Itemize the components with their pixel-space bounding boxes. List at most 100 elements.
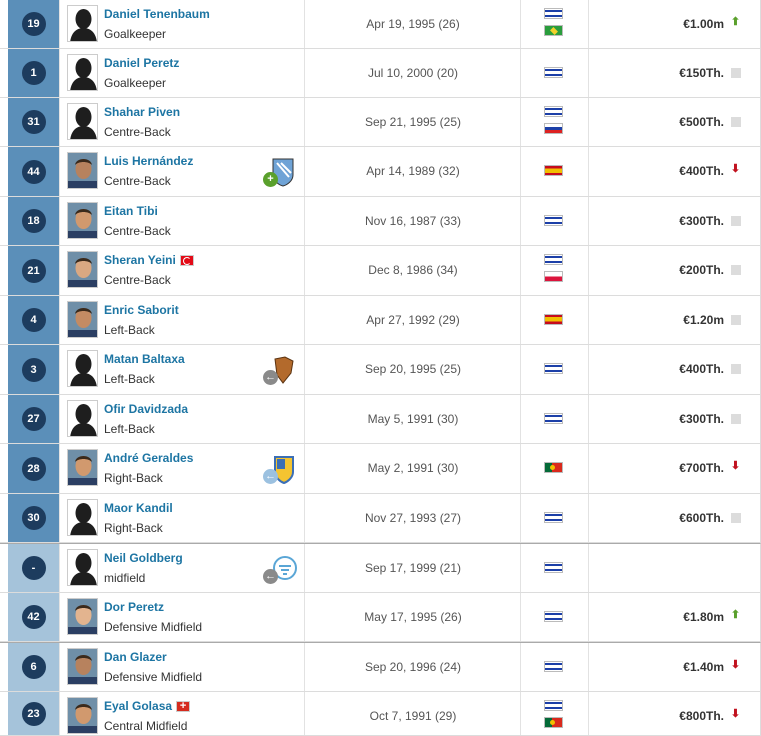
market-value[interactable]: €1.20m [683,313,724,327]
player-photo[interactable] [67,549,98,586]
nationality-flags [544,67,563,84]
player-name[interactable]: Enric Saborit [104,303,179,317]
table-row[interactable]: 6 Dan Glazer Defensive Midfield Sep 20, 199… [0,642,761,692]
player-name-link[interactable]: Sheran Yeini [104,253,194,267]
player-photo[interactable] [67,152,98,189]
player-name[interactable]: André Geraldes [104,451,193,465]
player-name[interactable]: Ofir Davidzada [104,402,188,416]
market-value[interactable]: €500Th. [679,115,724,129]
column-divider [588,0,589,48]
table-row[interactable]: 27 Ofir Davidzada Left-Back May 5, 1991 (30… [0,395,761,444]
player-name-link[interactable]: Shahar Piven [104,105,180,119]
table-row[interactable]: - Neil Goldberg midfield ← Sep 17, 1999 (21) [0,543,761,593]
player-name-link[interactable]: Daniel Tenenbaum [104,7,210,21]
column-divider [59,345,60,394]
player-photo[interactable] [67,598,98,635]
player-photo[interactable] [67,499,98,536]
table-row[interactable]: 23 Eyal Golasa Central Midfield Oct 7, 1991… [0,692,761,736]
player-name-link[interactable]: Ofir Davidzada [104,402,188,416]
hapoel-crest-icon[interactable]: ← [263,554,297,584]
player-name[interactable]: Dor Peretz [104,600,164,614]
shirt-number-cell: 19 [8,0,59,48]
market-value[interactable]: €200Th. [679,263,724,277]
market-value[interactable]: €800Th. [679,709,724,723]
trend-down-icon: ⬇ [730,659,741,671]
market-value[interactable]: €1.80m [683,610,724,624]
table-row[interactable]: 42 Dor Peretz Defensive Midfield May 17, 19… [0,593,761,642]
player-name-link[interactable]: Eyal Golasa [104,699,191,713]
table-row[interactable]: 21 Sheran Yeini Centre-Back Dec 8, 1986 (34… [0,246,761,296]
player-name[interactable]: Matan Baltaxa [104,352,185,366]
player-name[interactable]: Eyal Golasa [104,699,172,713]
player-name-link[interactable]: Dor Peretz [104,600,164,614]
table-row[interactable]: 19 Daniel Tenenbaum Goalkeeper Apr 19, 1995… [0,0,761,49]
player-name-link[interactable]: Enric Saborit [104,303,179,317]
table-row[interactable]: 30 Maor Kandil Right-Back Nov 27, 1993 (27)… [0,494,761,543]
table-row[interactable]: 18 Eitan Tibi Centre-Back Nov 16, 1987 (33)… [0,197,761,246]
player-photo[interactable] [67,350,98,387]
player-name-link[interactable]: Eitan Tibi [104,204,158,218]
table-row[interactable]: 4 Enric Saborit Left-Back Apr 27, 1992 (29)… [0,296,761,345]
israel-flag-icon [544,413,563,424]
arrow-left-icon: ← [263,370,278,385]
table-row[interactable]: 31 Shahar Piven Centre-Back Sep 21, 1995 (2… [0,98,761,147]
player-photo[interactable] [67,400,98,437]
player-name[interactable]: Neil Goldberg [104,551,183,565]
market-value[interactable]: €400Th. [679,164,724,178]
date-of-birth: May 5, 1991 (30) [367,412,459,426]
player-photo[interactable] [67,301,98,338]
player-name-link[interactable]: Dan Glazer [104,650,167,664]
player-name[interactable]: Dan Glazer [104,650,167,664]
player-name[interactable]: Daniel Tenenbaum [104,7,210,21]
column-divider [588,246,589,295]
shirt-number-cell: 3 [8,345,59,394]
shirt-number: 4 [21,308,46,332]
market-value[interactable]: €150Th. [679,66,724,80]
market-value[interactable]: €400Th. [679,362,724,376]
player-name[interactable]: Sheran Yeini [104,253,176,267]
table-row[interactable]: 28 André Geraldes Right-Back ← May 2, 1991 (… [0,444,761,494]
player-name[interactable]: Shahar Piven [104,105,180,119]
player-position: Centre-Back [104,125,171,139]
player-name[interactable]: Daniel Peretz [104,56,179,70]
market-value[interactable]: €700Th. [679,461,724,475]
player-photo[interactable] [67,5,98,42]
trend-down-icon: ⬇ [730,163,741,175]
market-value[interactable]: €600Th. [679,511,724,525]
trend-unchanged-icon [731,265,741,275]
player-photo[interactable] [67,54,98,91]
player-name-link[interactable]: André Geraldes [104,451,193,465]
apoel-crest-icon[interactable]: ← [263,454,297,485]
player-name-link[interactable]: Matan Baltaxa [104,352,185,366]
player-name[interactable]: Maor Kandil [104,501,173,515]
market-value[interactable]: €300Th. [679,214,724,228]
nationality-flags [544,413,563,430]
trend-down-icon: ⬇ [730,708,741,720]
shirt-number-cell: - [8,544,59,592]
player-name-link[interactable]: Maor Kandil [104,501,173,515]
market-value[interactable]: €1.40m [683,660,724,674]
player-photo[interactable] [67,202,98,239]
market-value[interactable]: €300Th. [679,412,724,426]
table-row[interactable]: 44 Luis Hernández Centre-Back + Apr 14, 1989… [0,147,761,197]
player-photo[interactable] [67,103,98,140]
squad-table: 19 Daniel Tenenbaum Goalkeeper Apr 19, 1995… [0,0,761,736]
shirt-number-cell: 1 [8,49,59,97]
player-photo[interactable] [67,648,98,685]
player-photo[interactable] [67,697,98,734]
market-value[interactable]: €1.00m [683,17,724,31]
malaga-crest-icon[interactable]: + [263,157,297,187]
shirt-number: 6 [21,655,46,679]
player-name-link[interactable]: Daniel Peretz [104,56,179,70]
player-name-link[interactable]: Luis Hernández [104,154,193,168]
table-row[interactable]: 1 Daniel Peretz Goalkeeper Jul 10, 2000 (20… [0,49,761,98]
player-photo[interactable] [67,251,98,288]
player-name-link[interactable]: Neil Goldberg [104,551,183,565]
column-divider [588,296,589,344]
club-crest-icon[interactable]: ← [263,355,297,385]
player-name[interactable]: Eitan Tibi [104,204,158,218]
shirt-number: - [21,556,46,580]
player-photo[interactable] [67,449,98,486]
player-name[interactable]: Luis Hernández [104,154,193,168]
table-row[interactable]: 3 Matan Baltaxa Left-Back ← Sep 20, 1995 (25… [0,345,761,395]
